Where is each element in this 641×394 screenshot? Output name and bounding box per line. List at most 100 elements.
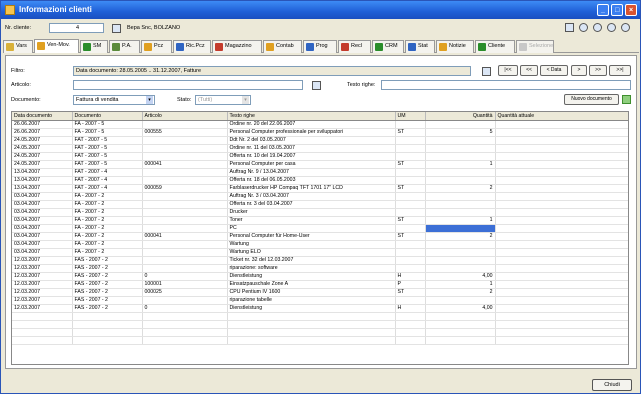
table-cell[interactable]: 000059 <box>142 184 228 193</box>
table-cell[interactable] <box>142 176 228 185</box>
client-number-field[interactable]: 4 <box>49 23 104 33</box>
table-cell[interactable]: FAT - 2007 - 4 <box>72 184 143 193</box>
table-cell[interactable]: 12.03.2007 <box>12 304 73 313</box>
table-cell[interactable]: 1 <box>425 280 496 289</box>
nav-first-button[interactable]: |<< <box>498 65 518 76</box>
table-cell[interactable] <box>495 288 628 297</box>
tab-vars[interactable]: Vars <box>3 40 33 53</box>
table-cell[interactable]: Ticket nr. 32 del 12.03.2007 <box>227 256 396 265</box>
table-cell[interactable] <box>142 144 228 153</box>
table-cell[interactable]: 13.04.2007 <box>12 184 73 193</box>
table-cell[interactable] <box>425 296 496 305</box>
tab-notizie[interactable]: Notizie <box>436 40 474 53</box>
table-cell[interactable]: Toner <box>227 216 396 225</box>
table-cell[interactable] <box>395 152 426 161</box>
table-cell[interactable]: FA - 2007 - 2 <box>72 224 143 233</box>
table-row[interactable]: 03.04.2007 FA - 2007 - 2 Wartung <box>12 240 628 249</box>
col-header-um[interactable]: UM <box>395 112 426 121</box>
table-cell[interactable]: P <box>395 280 426 289</box>
document-select[interactable]: Fattura di vendita ▾ <box>73 95 155 105</box>
table-cell[interactable] <box>425 144 496 153</box>
tab-pcz[interactable]: Pcz <box>141 40 172 53</box>
table-cell[interactable] <box>495 152 628 161</box>
col-header-text[interactable]: Testo righe <box>227 112 396 121</box>
table-cell[interactable] <box>142 136 228 145</box>
table-cell[interactable]: FAT - 2007 - 5 <box>72 152 143 161</box>
table-cell[interactable]: FAS - 2007 - 2 <box>72 288 143 297</box>
nav-next-record-icon[interactable] <box>607 23 616 32</box>
table-cell[interactable] <box>495 232 628 241</box>
table-cell[interactable]: FAT - 2007 - 5 <box>72 144 143 153</box>
table-cell[interactable]: 1 <box>425 160 496 169</box>
table-cell[interactable]: 1 <box>425 216 496 225</box>
tab-ven-mov[interactable]: Ven-Mov. <box>34 39 79 53</box>
table-cell[interactable]: 24.05.2007 <box>12 144 73 153</box>
table-cell[interactable] <box>395 248 426 257</box>
table-cell[interactable] <box>142 152 228 161</box>
table-cell[interactable]: FA - 2007 - 2 <box>72 208 143 217</box>
table-cell[interactable]: Auftrag Nr. 3 / 03.04.2007 <box>227 192 396 201</box>
table-cell[interactable]: FAT - 2007 - 5 <box>72 160 143 169</box>
close-window-button[interactable]: × <box>625 4 637 16</box>
table-cell[interactable]: 2 <box>425 232 496 241</box>
table-cell[interactable]: FAT - 2007 - 4 <box>72 168 143 177</box>
table-cell[interactable]: FA - 2007 - 2 <box>72 248 143 257</box>
table-cell[interactable] <box>142 192 228 201</box>
table-cell[interactable]: FAT - 2007 - 4 <box>72 176 143 185</box>
table-cell[interactable] <box>425 264 496 273</box>
table-cell[interactable] <box>495 184 628 193</box>
table-cell[interactable]: riparazione: software <box>227 264 396 273</box>
table-cell[interactable]: 000041 <box>142 160 228 169</box>
table-row[interactable]: 12.03.2007 FAS - 2007 - 2 riparazione tabe… <box>12 296 628 305</box>
table-cell[interactable]: 000025 <box>142 288 228 297</box>
minimize-button[interactable]: _ <box>597 4 609 16</box>
tab-contab[interactable]: Contab <box>263 40 302 53</box>
table-cell[interactable] <box>495 120 628 129</box>
table-cell[interactable]: 03.04.2007 <box>12 224 73 233</box>
tab-prog[interactable]: Prog <box>303 40 337 53</box>
table-cell[interactable]: 03.04.2007 <box>12 192 73 201</box>
table-cell[interactable] <box>425 120 496 129</box>
table-cell[interactable] <box>495 272 628 281</box>
tab-selezione[interactable]: Selezione <box>516 40 554 53</box>
table-cell[interactable] <box>495 176 628 185</box>
table-cell[interactable]: Drucker <box>227 208 396 217</box>
table-cell[interactable]: Offerta nr. 3 del 03.04.2007 <box>227 200 396 209</box>
tab-magazzino[interactable]: Magazzino <box>212 40 262 53</box>
table-cell[interactable] <box>425 168 496 177</box>
table-row[interactable]: 13.04.2007 FAT - 2007 - 4 Offerta nr. 18 d… <box>12 176 628 185</box>
col-header-date[interactable]: Data documento <box>12 112 73 121</box>
table-cell[interactable]: Personal Computer für Home-User <box>227 232 396 241</box>
table-cell[interactable]: PC <box>227 224 396 233</box>
table-cell[interactable] <box>395 224 426 233</box>
table-row[interactable]: 03.04.2007 FA - 2007 - 2 PC <box>12 224 628 233</box>
table-row[interactable]: 24.05.2007 FAT - 2007 - 5 000041 Personal C… <box>12 160 628 169</box>
table-cell[interactable] <box>495 224 628 233</box>
table-cell[interactable]: riparazione tabelle <box>227 296 396 305</box>
nav-first-record-icon[interactable] <box>579 23 588 32</box>
table-cell[interactable]: Offerta nr. 18 del 06.05.2003 <box>227 176 396 185</box>
table-cell[interactable]: Personal Computer professionale per svil… <box>227 128 396 137</box>
table-cell[interactable]: H <box>395 272 426 281</box>
table-cell[interactable]: ST <box>395 232 426 241</box>
table-cell[interactable]: 24.05.2007 <box>12 136 73 145</box>
table-cell[interactable] <box>395 168 426 177</box>
nav-next-button[interactable]: > <box>571 65 587 76</box>
table-cell[interactable] <box>142 168 228 177</box>
table-cell[interactable]: FA - 2007 - 5 <box>72 128 143 137</box>
table-cell[interactable]: FA - 2007 - 2 <box>72 216 143 225</box>
table-cell[interactable]: FA - 2007 - 2 <box>72 192 143 201</box>
col-header-article[interactable]: Articolo <box>142 112 228 121</box>
table-cell[interactable] <box>395 200 426 209</box>
table-cell[interactable]: 13.04.2007 <box>12 176 73 185</box>
table-cell[interactable] <box>495 248 628 257</box>
nav-prev-date-button[interactable]: < Data <box>540 65 568 76</box>
table-row[interactable]: 03.04.2007 FA - 2007 - 2 000041 Personal Co… <box>12 232 628 241</box>
table-cell[interactable]: H <box>395 304 426 313</box>
table-cell[interactable] <box>495 264 628 273</box>
table-cell[interactable] <box>142 208 228 217</box>
table-cell[interactable]: 24.05.2007 <box>12 152 73 161</box>
table-cell[interactable]: 12.03.2007 <box>12 280 73 289</box>
table-cell[interactable]: 26.06.2007 <box>12 128 73 137</box>
table-cell[interactable] <box>142 120 228 129</box>
